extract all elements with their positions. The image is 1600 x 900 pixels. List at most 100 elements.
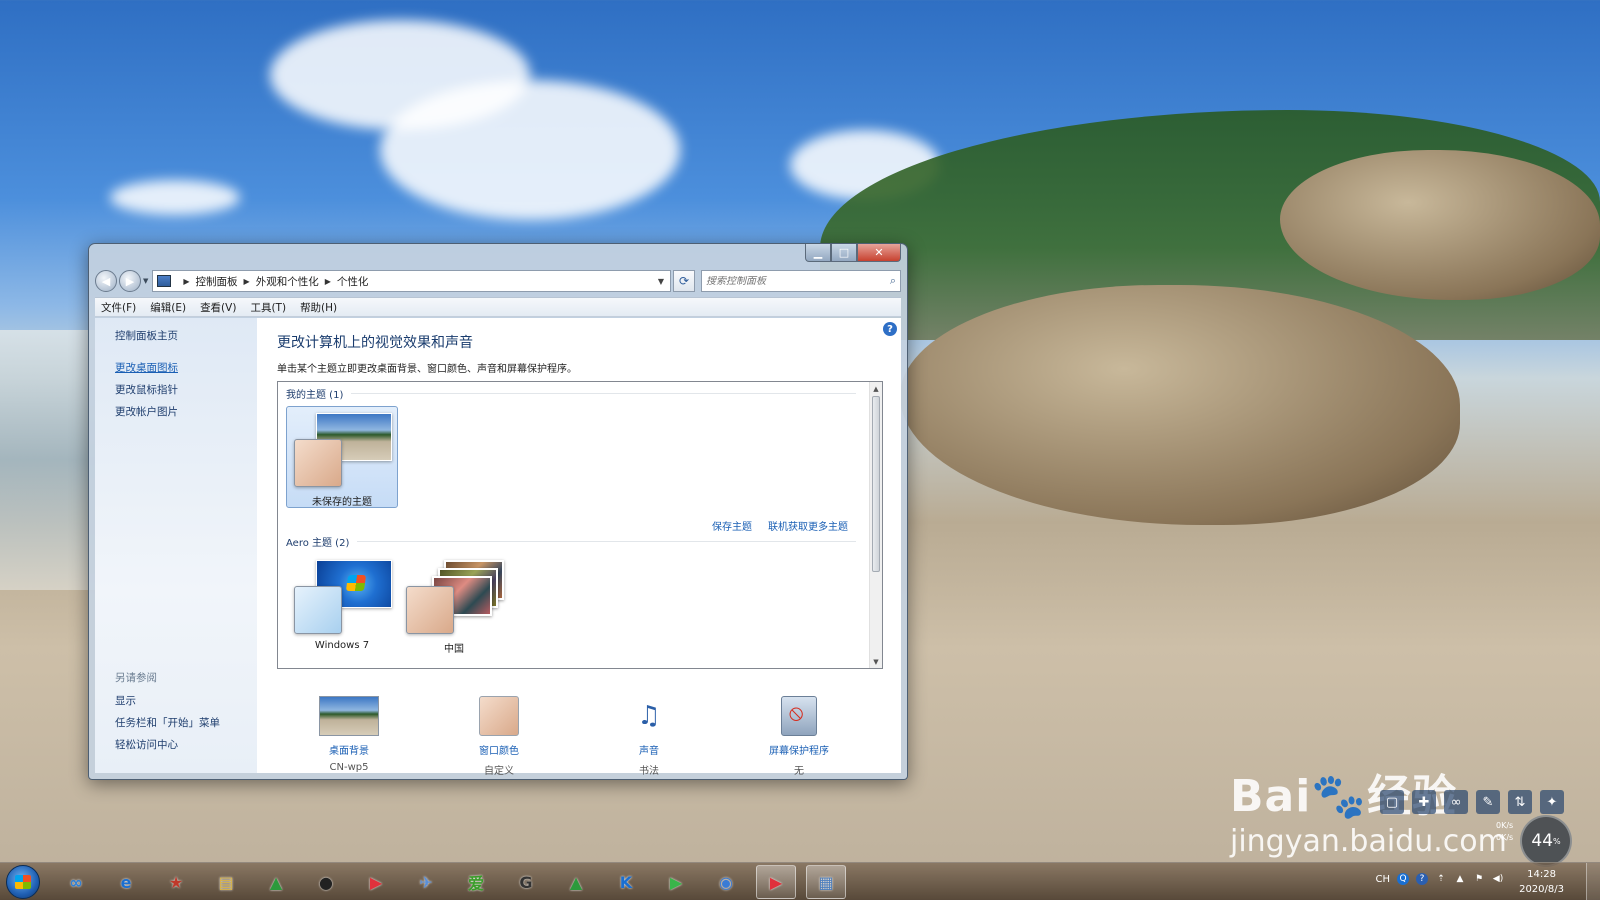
get-more-themes-link[interactable]: 联机获取更多主题 bbox=[768, 518, 848, 533]
breadcrumb-control-panel[interactable]: 控制面板 bbox=[196, 274, 238, 289]
wrench-icon[interactable]: ✦ bbox=[1540, 790, 1564, 814]
app-bird-icon[interactable]: ✈ bbox=[406, 865, 446, 899]
volume-icon[interactable]: ◀) bbox=[1492, 873, 1504, 885]
see-also-taskbar-link[interactable]: 任务栏和「开始」菜单 bbox=[115, 715, 220, 730]
screensaver-setting[interactable]: 屏幕保护程序 无 bbox=[739, 696, 859, 777]
show-desktop-button[interactable] bbox=[1586, 863, 1600, 900]
qq-icon[interactable]: ● bbox=[306, 865, 346, 899]
maximize-button[interactable]: □ bbox=[831, 244, 857, 262]
scroll-up-icon[interactable]: ▲ bbox=[870, 382, 882, 395]
help-tray-icon[interactable]: ? bbox=[1416, 873, 1428, 885]
address-bar[interactable]: ▶ 控制面板 ▶ 外观和个性化 ▶ 个性化 ▼ bbox=[152, 270, 671, 292]
baidu-netdisk-icon[interactable]: ∞ bbox=[56, 865, 96, 899]
start-button[interactable] bbox=[6, 865, 40, 899]
setting-value: 书法 bbox=[639, 766, 659, 777]
clock-date: 2020/8/3 bbox=[1519, 884, 1564, 895]
theme-china[interactable]: 中国 bbox=[398, 554, 510, 656]
breadcrumb-personalization[interactable]: 个性化 bbox=[337, 274, 369, 289]
sidebar-account-picture-link[interactable]: 更改帐户图片 bbox=[115, 404, 257, 419]
theme-thumbnail bbox=[292, 413, 392, 491]
browser-icon[interactable]: ◉ bbox=[706, 865, 746, 899]
search-icon[interactable]: ⌕ bbox=[890, 274, 896, 288]
windows-logo-icon bbox=[15, 875, 31, 889]
menu-tools[interactable]: 工具(T) bbox=[250, 300, 286, 315]
back-button[interactable]: ◀ bbox=[95, 270, 117, 292]
theme-list-scrollbar[interactable]: ▲ ▼ bbox=[869, 382, 882, 668]
floating-toolbar[interactable]: ▢ ✚ ∞ ✎ ⇅ ✦ bbox=[1380, 790, 1564, 814]
forward-button[interactable]: ▶ bbox=[119, 270, 141, 292]
control-panel-active-icon[interactable]: ▦ bbox=[806, 865, 846, 899]
see-also-display-link[interactable]: 显示 bbox=[115, 693, 220, 708]
ie-icon[interactable]: e bbox=[106, 865, 146, 899]
setting-label[interactable]: 屏幕保护程序 bbox=[739, 742, 859, 757]
net-speed: 0K/s 0K/s bbox=[1496, 821, 1514, 842]
split-icon[interactable]: ⇅ bbox=[1508, 790, 1532, 814]
sidebar-home-link[interactable]: 控制面板主页 bbox=[115, 328, 257, 343]
chevron-right-icon[interactable]: ▶ bbox=[244, 277, 250, 286]
app-green-icon[interactable]: ▲ bbox=[256, 865, 296, 899]
youku-active-icon[interactable]: ▶ bbox=[756, 865, 796, 899]
input-language[interactable]: CH bbox=[1375, 874, 1390, 885]
menu-file[interactable]: 文件(F) bbox=[101, 300, 136, 315]
theme-list[interactable]: 我的主题 (1) 未保存的主题 保存主题 联机获取更多主题 Aero 主题 (2… bbox=[277, 381, 883, 669]
flag-icon[interactable]: ⚑ bbox=[1473, 873, 1485, 885]
scroll-thumb[interactable] bbox=[872, 396, 880, 572]
clock[interactable]: 14:28 2020/8/3 bbox=[1519, 867, 1564, 897]
chevron-right-icon[interactable]: ▶ bbox=[183, 277, 189, 286]
menu-edit[interactable]: 编辑(E) bbox=[150, 300, 186, 315]
menu-bar: 文件(F) 编辑(E) 查看(V) 工具(T) 帮助(H) bbox=[95, 297, 901, 317]
search-input[interactable] bbox=[706, 275, 890, 287]
explorer-icon[interactable]: ▤ bbox=[206, 865, 246, 899]
show-hidden-icons-icon[interactable]: ▲ bbox=[1454, 873, 1466, 885]
refresh-button[interactable]: ⟳ bbox=[673, 270, 695, 292]
theme-windows7[interactable]: Windows 7 bbox=[286, 554, 398, 656]
menu-help[interactable]: 帮助(H) bbox=[300, 300, 337, 315]
my-themes-header: 我的主题 (1) bbox=[286, 386, 856, 401]
sidebar-mouse-pointer-link[interactable]: 更改鼠标指针 bbox=[115, 382, 257, 397]
theme-unsaved[interactable]: 未保存的主题 bbox=[286, 406, 398, 508]
speed-gauge[interactable]: 44% bbox=[1520, 815, 1572, 867]
see-also-header: 另请参阅 bbox=[115, 672, 157, 684]
clock-time: 14:28 bbox=[1527, 869, 1556, 880]
network-icon[interactable]: ⇡ bbox=[1435, 873, 1447, 885]
page-description: 单击某个主题立即更改桌面背景、窗口颜色、声音和屏幕保护程序。 bbox=[277, 364, 577, 375]
edit-icon[interactable]: ✎ bbox=[1476, 790, 1500, 814]
menu-view[interactable]: 查看(V) bbox=[200, 300, 236, 315]
sound-setting[interactable]: ♫ 声音 书法 bbox=[589, 696, 709, 777]
iqiyi-icon[interactable]: 爱 bbox=[456, 865, 496, 899]
sidebar: 控制面板主页 更改桌面图标 更改鼠标指针 更改帐户图片 另请参阅 显示 任务栏和… bbox=[95, 318, 257, 773]
see-also-ease-of-access-link[interactable]: 轻松访问中心 bbox=[115, 737, 220, 752]
screensaver-icon bbox=[781, 696, 817, 736]
window-color-icon bbox=[479, 696, 519, 736]
search-box[interactable]: ⌕ bbox=[701, 270, 901, 292]
minimize-button[interactable]: ▁ bbox=[805, 244, 831, 262]
sidebar-desktop-icons-link[interactable]: 更改桌面图标 bbox=[115, 360, 257, 375]
theme-name: 中国 bbox=[444, 644, 464, 655]
setting-label[interactable]: 桌面背景 bbox=[289, 742, 409, 757]
desktop-background-setting[interactable]: 桌面背景 CN-wp5 bbox=[289, 696, 409, 773]
app-g-icon[interactable]: G bbox=[506, 865, 546, 899]
link-icon[interactable]: ∞ bbox=[1444, 790, 1468, 814]
help-icon[interactable]: ? bbox=[883, 322, 897, 336]
app-green2-icon[interactable]: ▲ bbox=[556, 865, 596, 899]
player-icon[interactable]: ▶ bbox=[656, 865, 696, 899]
chevron-down-icon[interactable]: ▼ bbox=[658, 277, 670, 286]
crop-icon[interactable]: ✚ bbox=[1412, 790, 1436, 814]
scroll-down-icon[interactable]: ▼ bbox=[870, 655, 882, 668]
window-icon[interactable]: ▢ bbox=[1380, 790, 1404, 814]
kugou-icon[interactable]: K bbox=[606, 865, 646, 899]
tray-app-icon[interactable]: Q bbox=[1397, 873, 1409, 885]
main-pane: ? 更改计算机上的视觉效果和声音 单击某个主题立即更改桌面背景、窗口颜色、声音和… bbox=[257, 318, 901, 777]
youku-icon[interactable]: ▶ bbox=[356, 865, 396, 899]
theme-thumbnail bbox=[404, 560, 504, 638]
setting-label[interactable]: 窗口颜色 bbox=[439, 742, 559, 757]
page-title: 更改计算机上的视觉效果和声音 bbox=[277, 335, 473, 351]
window-color-setting[interactable]: 窗口颜色 自定义 bbox=[439, 696, 559, 777]
breadcrumb-appearance[interactable]: 外观和个性化 bbox=[256, 274, 319, 289]
save-theme-link[interactable]: 保存主题 bbox=[712, 518, 752, 533]
chevron-right-icon[interactable]: ▶ bbox=[325, 277, 331, 286]
recent-pages-dropdown[interactable]: ▼ bbox=[143, 277, 148, 285]
close-button[interactable]: ✕ bbox=[857, 244, 901, 262]
app-icon[interactable]: ★ bbox=[156, 865, 196, 899]
setting-label[interactable]: 声音 bbox=[589, 742, 709, 757]
